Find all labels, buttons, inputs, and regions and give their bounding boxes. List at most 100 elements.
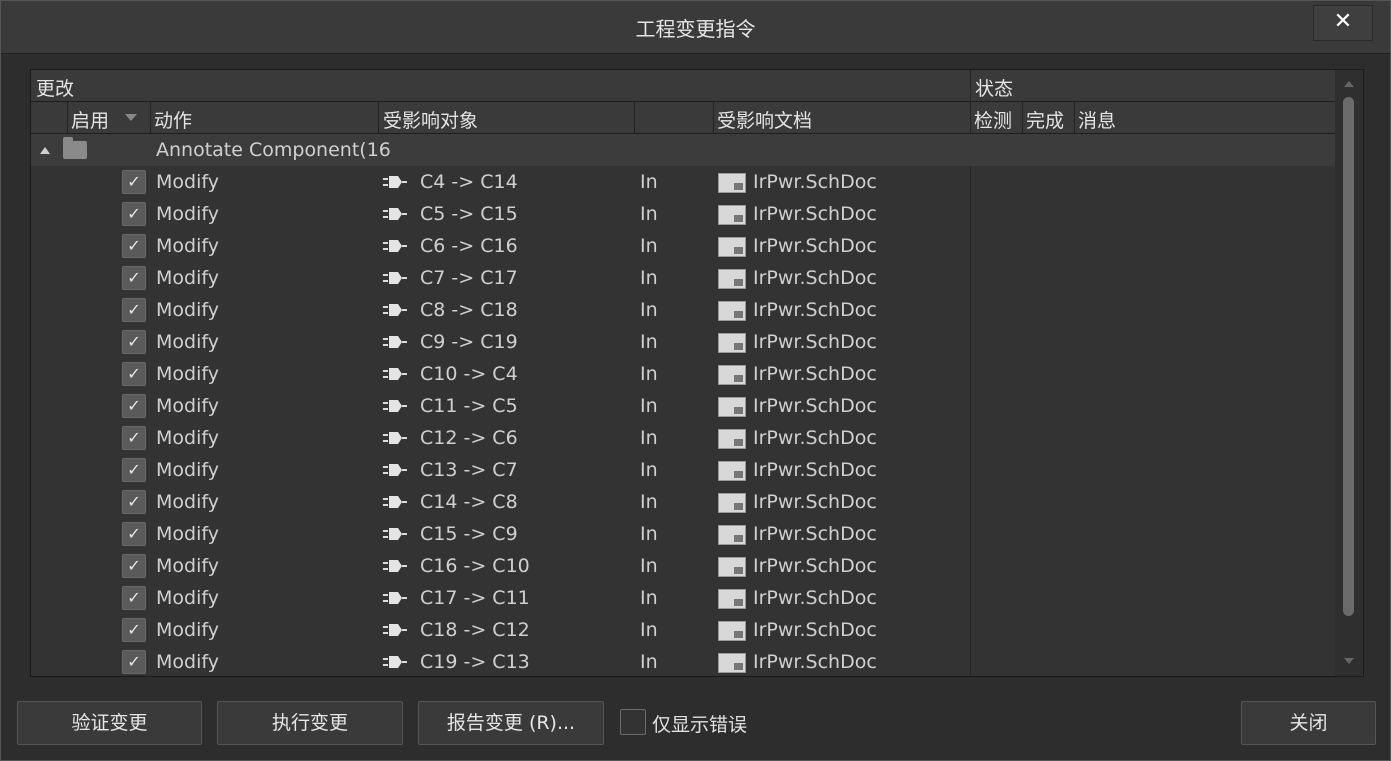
enable-checkbox[interactable]: ✓ <box>122 330 146 354</box>
row-affected-document: IrPwr.SchDoc <box>753 555 877 577</box>
only-errors-checkbox[interactable] <box>620 709 646 735</box>
ecn-dialog: 工程变更指令 ✕ 更改 状态 启用 动作 受影响对象 受影响文档 检测 完成 消… <box>0 0 1391 761</box>
enable-checkbox[interactable]: ✓ <box>122 202 146 226</box>
table-row[interactable]: ✓ Modify C10 -> C4 In IrPwr.SchDoc <box>31 358 1335 390</box>
enable-checkbox[interactable]: ✓ <box>122 426 146 450</box>
schematic-document-icon <box>718 301 746 321</box>
row-direction: In <box>640 587 658 609</box>
enable-checkbox[interactable]: ✓ <box>122 586 146 610</box>
enable-checkbox[interactable]: ✓ <box>122 362 146 386</box>
col-divider <box>378 102 379 133</box>
component-icon <box>383 432 407 444</box>
table-row[interactable]: ✓ Modify C19 -> C13 In IrPwr.SchDoc <box>31 646 1335 676</box>
schematic-document-icon <box>718 461 746 481</box>
enable-checkbox[interactable]: ✓ <box>122 266 146 290</box>
scroll-down-icon[interactable] <box>1344 658 1354 664</box>
col-affected-object[interactable]: 受影响对象 <box>383 106 478 133</box>
enable-checkbox[interactable]: ✓ <box>122 490 146 514</box>
component-icon <box>383 336 407 348</box>
row-affected-object: C11 -> C5 <box>420 395 518 417</box>
row-action: Modify <box>156 427 219 449</box>
schematic-document-icon <box>718 557 746 577</box>
row-affected-document: IrPwr.SchDoc <box>753 171 877 193</box>
table-row[interactable]: ✓ Modify C4 -> C14 In IrPwr.SchDoc <box>31 166 1335 198</box>
table-row[interactable]: ✓ Modify C15 -> C9 In IrPwr.SchDoc <box>31 518 1335 550</box>
row-direction: In <box>640 523 658 545</box>
checkmark-icon: ✓ <box>127 332 141 351</box>
row-affected-object: C16 -> C10 <box>420 555 530 577</box>
table-row[interactable]: ✓ Modify C18 -> C12 In IrPwr.SchDoc <box>31 614 1335 646</box>
table-row[interactable]: ✓ Modify C11 -> C5 In IrPwr.SchDoc <box>31 390 1335 422</box>
validate-changes-button[interactable]: 验证变更 <box>17 701 202 745</box>
col-affected-document[interactable]: 受影响文档 <box>717 106 812 133</box>
row-direction: In <box>640 331 658 353</box>
collapse-triangle-icon[interactable] <box>40 147 50 154</box>
checkmark-icon: ✓ <box>127 268 141 287</box>
schematic-document-icon <box>718 173 746 193</box>
col-check[interactable]: 检测 <box>974 106 1012 133</box>
execute-changes-button[interactable]: 执行变更 <box>217 701 403 745</box>
row-action: Modify <box>156 459 219 481</box>
row-direction: In <box>640 363 658 385</box>
scroll-thumb[interactable] <box>1343 97 1354 616</box>
col-action[interactable]: 动作 <box>154 106 192 133</box>
table-body: Annotate Component(16 ✓ Modify C4 -> C14 In… <box>31 134 1335 676</box>
enable-checkbox[interactable]: ✓ <box>122 618 146 642</box>
close-icon[interactable]: ✕ <box>1313 5 1373 41</box>
scroll-up-icon[interactable] <box>1344 81 1354 87</box>
row-direction: In <box>640 619 658 641</box>
row-affected-document: IrPwr.SchDoc <box>753 267 877 289</box>
row-affected-object: C12 -> C6 <box>420 427 518 449</box>
checkmark-icon: ✓ <box>127 652 141 671</box>
row-direction: In <box>640 235 658 257</box>
col-divider <box>1074 102 1075 133</box>
group-row[interactable]: Annotate Component(16 <box>31 134 1335 166</box>
enable-checkbox[interactable]: ✓ <box>122 298 146 322</box>
schematic-document-icon <box>718 525 746 545</box>
component-icon <box>383 240 407 252</box>
component-icon <box>383 208 407 220</box>
row-affected-document: IrPwr.SchDoc <box>753 523 877 545</box>
table-row[interactable]: ✓ Modify C6 -> C16 In IrPwr.SchDoc <box>31 230 1335 262</box>
col-done[interactable]: 完成 <box>1026 106 1064 133</box>
table-row[interactable]: ✓ Modify C13 -> C7 In IrPwr.SchDoc <box>31 454 1335 486</box>
table-row[interactable]: ✓ Modify C8 -> C18 In IrPwr.SchDoc <box>31 294 1335 326</box>
enable-checkbox[interactable]: ✓ <box>122 170 146 194</box>
component-icon <box>383 528 407 540</box>
vertical-scrollbar[interactable] <box>1335 70 1363 676</box>
column-header-row: 启用 动作 受影响对象 受影响文档 检测 完成 消息 <box>31 102 1335 134</box>
table-row[interactable]: ✓ Modify C9 -> C19 In IrPwr.SchDoc <box>31 326 1335 358</box>
col-message[interactable]: 消息 <box>1078 106 1116 133</box>
row-affected-document: IrPwr.SchDoc <box>753 235 877 257</box>
component-icon <box>383 496 407 508</box>
col-divider <box>713 102 714 133</box>
row-direction: In <box>640 651 658 673</box>
enable-checkbox[interactable]: ✓ <box>122 650 146 674</box>
checkmark-icon: ✓ <box>127 364 141 383</box>
row-affected-document: IrPwr.SchDoc <box>753 299 877 321</box>
enable-checkbox[interactable]: ✓ <box>122 458 146 482</box>
report-changes-button[interactable]: 报告变更 (R)... <box>418 701 604 745</box>
table-row[interactable]: ✓ Modify C7 -> C17 In IrPwr.SchDoc <box>31 262 1335 294</box>
table-row[interactable]: ✓ Modify C16 -> C10 In IrPwr.SchDoc <box>31 550 1335 582</box>
row-affected-object: C19 -> C13 <box>420 651 530 673</box>
schematic-document-icon <box>718 429 746 449</box>
table-row[interactable]: ✓ Modify C17 -> C11 In IrPwr.SchDoc <box>31 582 1335 614</box>
row-affected-document: IrPwr.SchDoc <box>753 651 877 673</box>
close-button[interactable]: 关闭 <box>1241 701 1376 745</box>
enable-checkbox[interactable]: ✓ <box>122 394 146 418</box>
enable-checkbox[interactable]: ✓ <box>122 234 146 258</box>
enable-checkbox[interactable]: ✓ <box>122 554 146 578</box>
enable-checkbox[interactable]: ✓ <box>122 522 146 546</box>
checkmark-icon: ✓ <box>127 524 141 543</box>
row-affected-document: IrPwr.SchDoc <box>753 363 877 385</box>
col-enable[interactable]: 启用 <box>71 106 109 133</box>
table-row[interactable]: ✓ Modify C12 -> C6 In IrPwr.SchDoc <box>31 422 1335 454</box>
row-affected-document: IrPwr.SchDoc <box>753 427 877 449</box>
sort-down-icon[interactable] <box>125 114 137 121</box>
row-affected-document: IrPwr.SchDoc <box>753 203 877 225</box>
table-row[interactable]: ✓ Modify C14 -> C8 In IrPwr.SchDoc <box>31 486 1335 518</box>
component-icon <box>383 368 407 380</box>
checkmark-icon: ✓ <box>127 396 141 415</box>
table-row[interactable]: ✓ Modify C5 -> C15 In IrPwr.SchDoc <box>31 198 1335 230</box>
